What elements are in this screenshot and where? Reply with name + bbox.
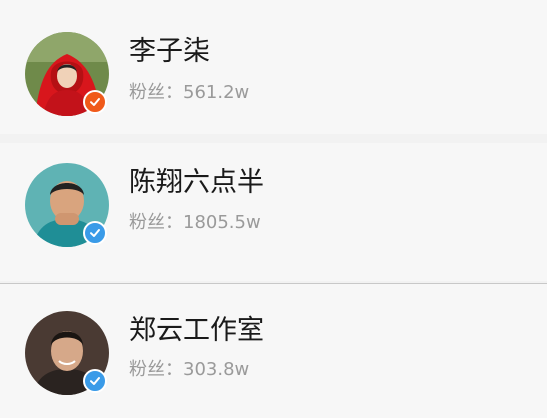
- user-card-2[interactable]: 陈翔六点半 粉丝：1805.5w: [0, 143, 547, 281]
- checkmark-icon: [90, 98, 100, 106]
- fans-count: 1805.5w: [183, 212, 261, 233]
- fans-label: 粉丝：: [129, 359, 183, 380]
- user-name: 陈翔六点半: [129, 167, 264, 198]
- checkmark-icon: [90, 229, 100, 237]
- verified-badge: [83, 90, 107, 114]
- fans-count-text: 粉丝：561.2w: [129, 82, 249, 104]
- user-card-3[interactable]: 郑云工作室 粉丝：303.8w: [0, 283, 547, 418]
- verified-badge: [83, 369, 107, 393]
- fans-count-text: 粉丝：1805.5w: [129, 212, 261, 234]
- fans-count: 561.2w: [183, 82, 250, 103]
- checkmark-icon: [90, 377, 100, 385]
- user-card-1[interactable]: 李子柒 粉丝：561.2w: [0, 0, 547, 134]
- fans-label: 粉丝：: [129, 212, 183, 233]
- fans-label: 粉丝：: [129, 82, 183, 103]
- fans-count-text: 粉丝：303.8w: [129, 359, 249, 381]
- user-name: 郑云工作室: [129, 315, 264, 346]
- user-name: 李子柒: [129, 36, 210, 67]
- fans-count: 303.8w: [183, 359, 250, 380]
- verified-badge: [83, 221, 107, 245]
- user-list: 李子柒 粉丝：561.2w 陈翔六点半 粉丝：1805.5w 郑云工作室 粉丝：…: [0, 0, 547, 418]
